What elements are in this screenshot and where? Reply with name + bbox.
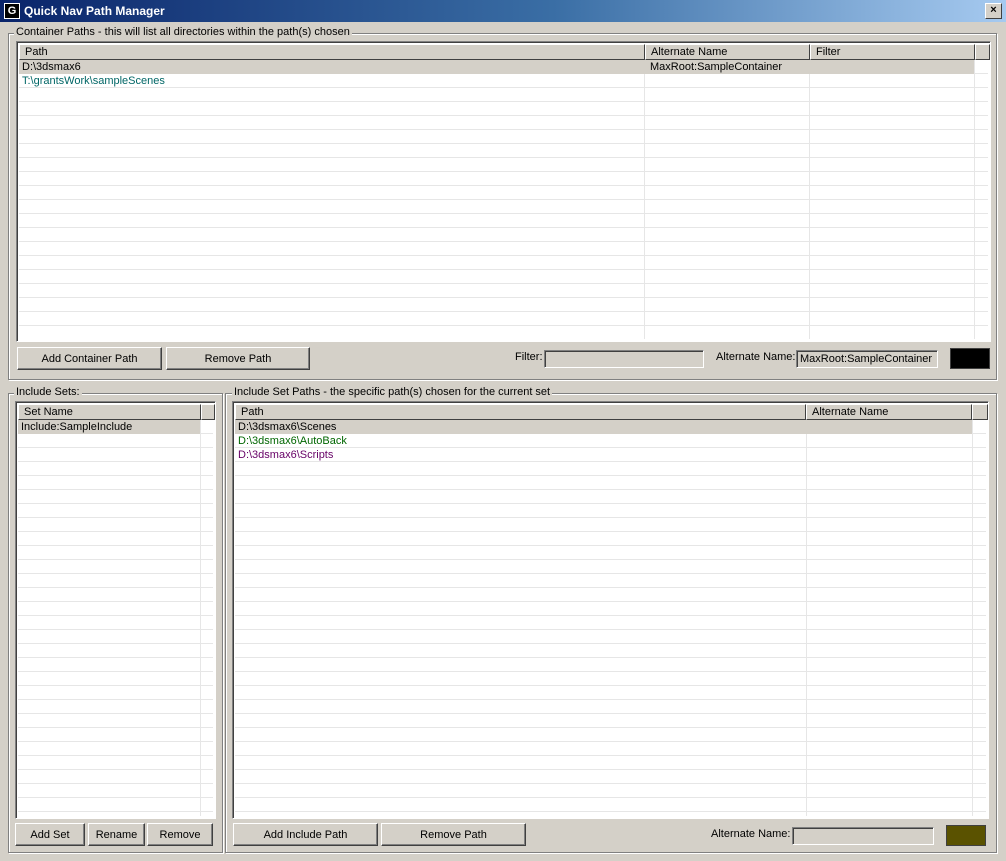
alternate-name-cell <box>806 448 972 462</box>
path-cell: D:\3dsmax6\Scripts <box>238 449 334 461</box>
include-sets-header: Set Name <box>18 404 215 420</box>
close-icon: × <box>990 4 997 16</box>
add-container-path-button[interactable]: Add Container Path <box>17 347 162 370</box>
filter-input[interactable] <box>544 350 704 368</box>
alternate-name-cell <box>806 420 972 434</box>
container-alternate-name-input[interactable] <box>796 350 938 368</box>
app-icon: G <box>4 3 20 19</box>
close-button[interactable]: × <box>985 3 1002 19</box>
column-header-spacer <box>975 44 990 60</box>
filter-label: Filter: <box>515 351 543 363</box>
remove-container-path-button[interactable]: Remove Path <box>166 347 310 370</box>
include-alternate-name-input[interactable] <box>792 827 934 845</box>
column-header-path[interactable]: Path <box>235 404 806 420</box>
container-paths-body: D:\3dsmax6 MaxRoot:SampleContainer T:\gr… <box>19 60 988 339</box>
set-name-cell: Include:SampleInclude <box>21 421 133 433</box>
column-header-alternate-name[interactable]: Alternate Name <box>645 44 810 60</box>
add-include-path-button[interactable]: Add Include Path <box>233 823 378 846</box>
include-set-paths-header: Path Alternate Name <box>235 404 988 420</box>
table-row[interactable]: D:\3dsmax6 MaxRoot:SampleContainer <box>19 60 974 74</box>
container-paths-list[interactable]: Path Alternate Name Filter D:\3dsmax6 Ma… <box>16 41 991 342</box>
column-header-filter[interactable]: Filter <box>810 44 975 60</box>
remove-set-button[interactable]: Remove <box>147 823 213 846</box>
include-color-swatch[interactable] <box>946 825 986 846</box>
rename-set-button[interactable]: Rename <box>88 823 145 846</box>
list-item[interactable]: Include:SampleInclude <box>18 420 200 434</box>
container-alternate-name-label: Alternate Name: <box>716 351 796 363</box>
container-paths-header: Path Alternate Name Filter <box>19 44 990 60</box>
table-row[interactable]: T:\grantsWork\sampleScenes <box>19 74 974 88</box>
table-row[interactable]: D:\3dsmax6\Scenes <box>235 420 972 434</box>
filter-cell <box>809 74 974 88</box>
alternate-name-cell <box>644 74 809 88</box>
table-row[interactable]: D:\3dsmax6\AutoBack <box>235 434 972 448</box>
path-cell: D:\3dsmax6\Scenes <box>238 421 337 433</box>
container-color-swatch[interactable] <box>950 348 990 369</box>
path-cell: T:\grantsWork\sampleScenes <box>22 75 165 87</box>
table-row[interactable]: D:\3dsmax6\Scripts <box>235 448 972 462</box>
column-header-path[interactable]: Path <box>19 44 645 60</box>
include-set-paths-list[interactable]: Path Alternate Name D:\3dsmax6\Scenes D:… <box>232 401 989 819</box>
container-paths-legend: Container Paths - this will list all dir… <box>14 26 352 38</box>
add-set-button[interactable]: Add Set <box>15 823 85 846</box>
path-cell: D:\3dsmax6\AutoBack <box>238 435 347 447</box>
column-header-spacer <box>972 404 988 420</box>
path-cell: D:\3dsmax6 <box>22 61 81 73</box>
title-bar[interactable]: G Quick Nav Path Manager × <box>0 0 1006 22</box>
include-set-paths-legend: Include Set Paths - the specific path(s)… <box>232 386 553 398</box>
include-sets-list[interactable]: Set Name Include:SampleInclude <box>15 401 216 819</box>
column-header-spacer <box>201 404 215 420</box>
column-header-alternate-name[interactable]: Alternate Name <box>806 404 972 420</box>
alternate-name-cell: MaxRoot:SampleContainer <box>650 61 783 73</box>
include-sets-body: Include:SampleInclude <box>18 420 213 816</box>
include-sets-legend: Include Sets: <box>14 386 82 398</box>
alternate-name-cell <box>806 434 972 448</box>
window-title: Quick Nav Path Manager <box>24 4 165 18</box>
filter-cell <box>809 60 974 74</box>
remove-include-path-button[interactable]: Remove Path <box>381 823 526 846</box>
include-alternate-name-label: Alternate Name: <box>711 828 791 840</box>
column-header-set-name[interactable]: Set Name <box>18 404 201 420</box>
include-set-paths-body: D:\3dsmax6\Scenes D:\3dsmax6\AutoBack D:… <box>235 420 986 816</box>
